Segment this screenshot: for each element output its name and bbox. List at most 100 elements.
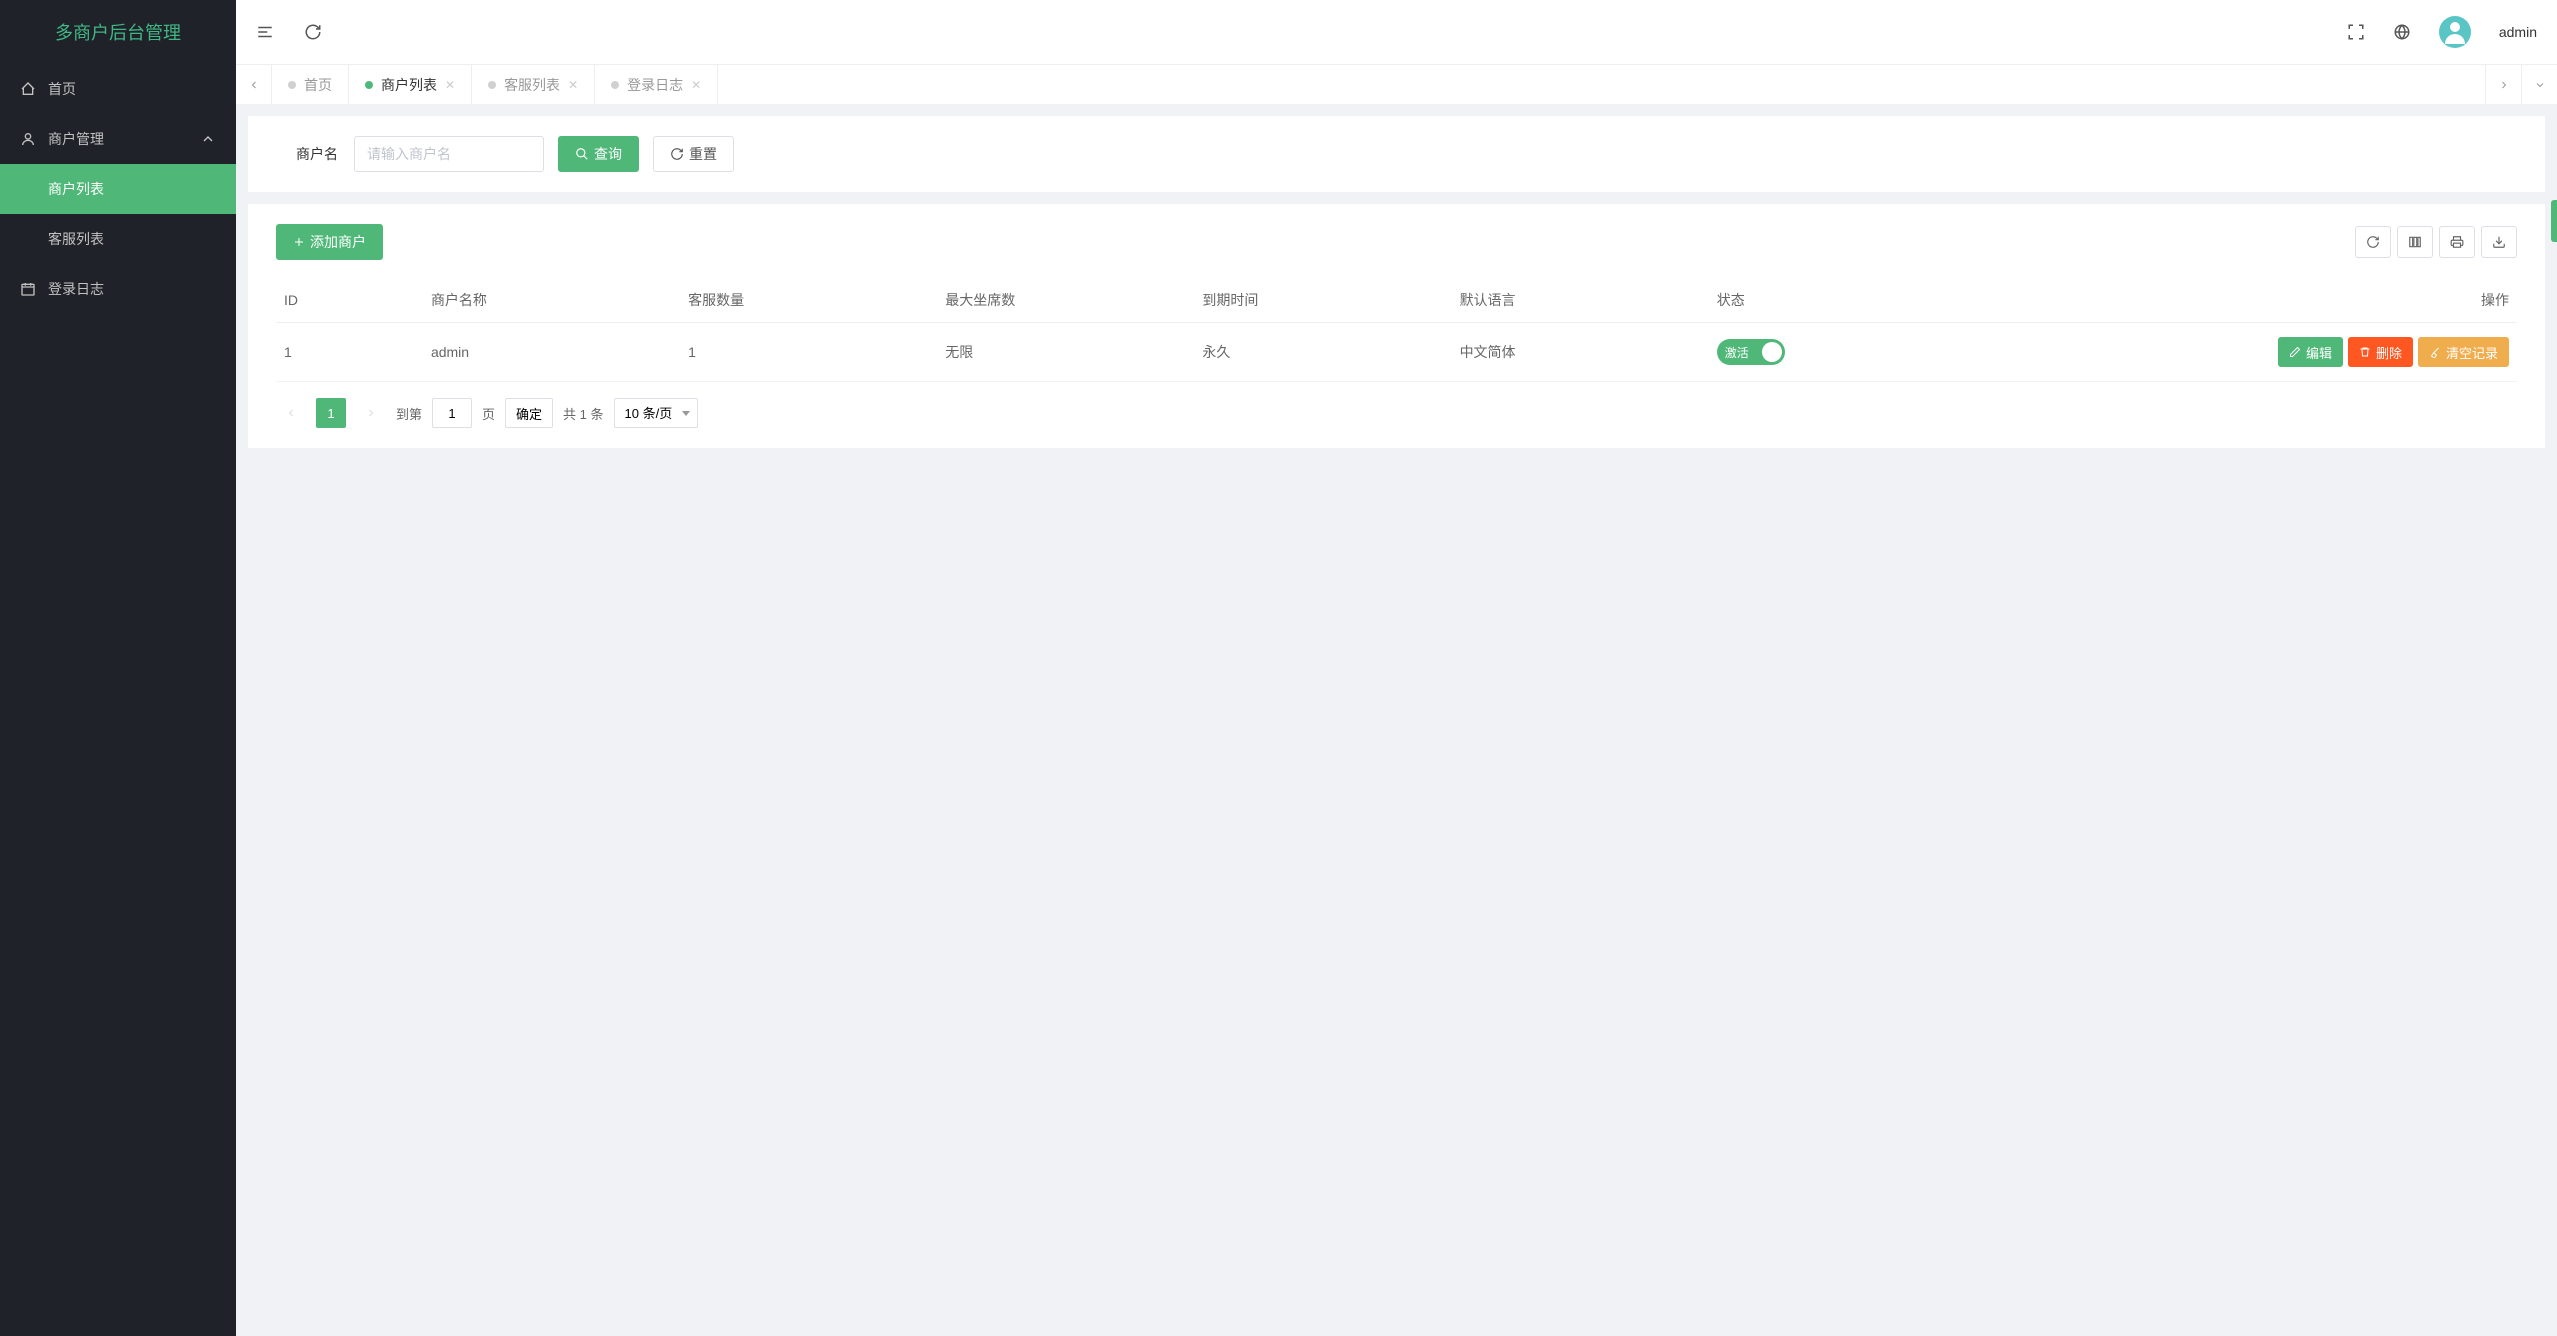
avatar[interactable]: [2439, 16, 2471, 48]
sidebar-menu: 首页 商户管理 商户列表 客服列表: [0, 64, 236, 1336]
query-button[interactable]: 查询: [558, 136, 639, 172]
edit-button[interactable]: 编辑: [2278, 337, 2343, 367]
header: admin: [236, 0, 2557, 64]
button-label: 重置: [689, 144, 717, 164]
button-label: 删除: [2376, 343, 2402, 362]
goto-page-input[interactable]: [432, 398, 472, 428]
username[interactable]: admin: [2499, 24, 2537, 40]
fullscreen-icon[interactable]: [2347, 23, 2365, 41]
sidebar-subitem-merchant-list[interactable]: 商户列表: [0, 164, 236, 214]
sidebar-item-merchant[interactable]: 商户管理: [0, 114, 236, 164]
sidebar-item-home[interactable]: 首页: [0, 64, 236, 114]
sidebar: 多商户后台管理 首页 商户管理 商户列表: [0, 0, 236, 1336]
sidebar-item-label: 登录日志: [48, 279, 104, 299]
th-id: ID: [276, 278, 423, 323]
sidebar-item-label: 商户管理: [48, 129, 104, 149]
tab-service-list[interactable]: 客服列表 ✕: [472, 65, 595, 104]
page-number-button[interactable]: 1: [316, 398, 346, 428]
sidebar-item-login-log[interactable]: 登录日志: [0, 264, 236, 314]
chevron-up-icon: [200, 131, 216, 147]
broom-icon: [2429, 346, 2441, 358]
user-icon: [20, 131, 36, 147]
search-icon: [575, 147, 589, 161]
edit-icon: [2289, 346, 2301, 358]
main-area: admin 首页 商户列表 ✕ 客服列表 ✕: [236, 0, 2557, 1336]
chevron-left-icon: [285, 407, 297, 419]
calendar-icon: [20, 281, 36, 297]
button-label: 添加商户: [310, 232, 366, 252]
plus-icon: [293, 236, 305, 248]
merchant-table: ID 商户名称 客服数量 最大坐席数 到期时间 默认语言 状态 操作 1: [276, 278, 2517, 382]
pagination: 1 到第 页 确定 共 1 条 10 条/页: [276, 398, 2517, 428]
button-label: 查询: [594, 144, 622, 164]
tool-export-button[interactable]: [2481, 226, 2517, 258]
tab-label: 首页: [304, 75, 332, 95]
page-next-button[interactable]: [356, 398, 386, 428]
sidebar-subitem-service-list[interactable]: 客服列表: [0, 214, 236, 264]
delete-button[interactable]: 删除: [2348, 337, 2413, 367]
print-icon: [2450, 235, 2464, 249]
page-size-select[interactable]: 10 条/页: [614, 398, 698, 428]
tab-merchant-list[interactable]: 商户列表 ✕: [349, 65, 472, 104]
page-unit-label: 页: [482, 404, 495, 423]
sidebar-item-label: 客服列表: [48, 229, 104, 249]
clear-button[interactable]: 清空记录: [2418, 337, 2509, 367]
tabs-bar: 首页 商户列表 ✕ 客服列表 ✕ 登录日志 ✕: [236, 64, 2557, 104]
button-label: 清空记录: [2446, 343, 2498, 362]
tab-label: 商户列表: [381, 75, 437, 95]
search-card: 商户名 查询 重置: [248, 116, 2545, 192]
close-icon[interactable]: ✕: [568, 78, 578, 92]
refresh-icon[interactable]: [304, 23, 322, 41]
reset-icon: [670, 147, 684, 161]
close-icon[interactable]: ✕: [445, 78, 455, 92]
sidebar-item-label: 商户列表: [48, 179, 104, 199]
home-icon: [20, 81, 36, 97]
add-merchant-button[interactable]: 添加商户: [276, 224, 383, 260]
tab-dot-icon: [365, 81, 373, 89]
cell-name: admin: [423, 323, 680, 382]
merchant-name-input[interactable]: [354, 136, 544, 172]
app-logo: 多商户后台管理: [0, 0, 236, 64]
refresh-icon: [2366, 235, 2380, 249]
menu-toggle-icon[interactable]: [256, 23, 274, 41]
tab-login-log[interactable]: 登录日志 ✕: [595, 65, 718, 104]
table-card: 添加商户: [248, 204, 2545, 448]
tool-refresh-button[interactable]: [2355, 226, 2391, 258]
th-status: 状态: [1709, 278, 2003, 323]
tool-print-button[interactable]: [2439, 226, 2475, 258]
tab-label: 登录日志: [627, 75, 683, 95]
switch-knob: [1762, 342, 1782, 362]
total-label: 共 1 条: [563, 404, 603, 423]
tabs-dropdown-button[interactable]: [2521, 65, 2557, 104]
tab-dot-icon: [488, 81, 496, 89]
switch-label: 激活: [1725, 344, 1749, 361]
th-name: 商户名称: [423, 278, 680, 323]
button-label: 编辑: [2306, 343, 2332, 362]
trash-icon: [2359, 346, 2371, 358]
reset-button[interactable]: 重置: [653, 136, 734, 172]
th-expire: 到期时间: [1194, 278, 1451, 323]
tabs-next-button[interactable]: [2485, 65, 2521, 104]
th-service-count: 客服数量: [680, 278, 937, 323]
table-row: 1 admin 1 无限 永久 中文简体 激活: [276, 323, 2517, 382]
tab-home[interactable]: 首页: [272, 65, 349, 104]
th-lang: 默认语言: [1452, 278, 1709, 323]
right-edge-indicator[interactable]: [2551, 200, 2557, 242]
page-prev-button[interactable]: [276, 398, 306, 428]
globe-icon[interactable]: [2393, 23, 2411, 41]
tab-dot-icon: [288, 81, 296, 89]
th-actions: 操作: [2003, 278, 2517, 323]
tab-label: 客服列表: [504, 75, 560, 95]
cell-lang: 中文简体: [1452, 323, 1709, 382]
tab-dot-icon: [611, 81, 619, 89]
columns-icon: [2408, 235, 2422, 249]
cell-service-count: 1: [680, 323, 937, 382]
close-icon[interactable]: ✕: [691, 78, 701, 92]
goto-confirm-button[interactable]: 确定: [505, 398, 553, 428]
export-icon: [2492, 235, 2506, 249]
th-max-seats: 最大坐席数: [937, 278, 1194, 323]
cell-expire: 永久: [1194, 323, 1451, 382]
status-switch[interactable]: 激活: [1717, 339, 1785, 365]
tabs-prev-button[interactable]: [236, 65, 272, 104]
tool-columns-button[interactable]: [2397, 226, 2433, 258]
